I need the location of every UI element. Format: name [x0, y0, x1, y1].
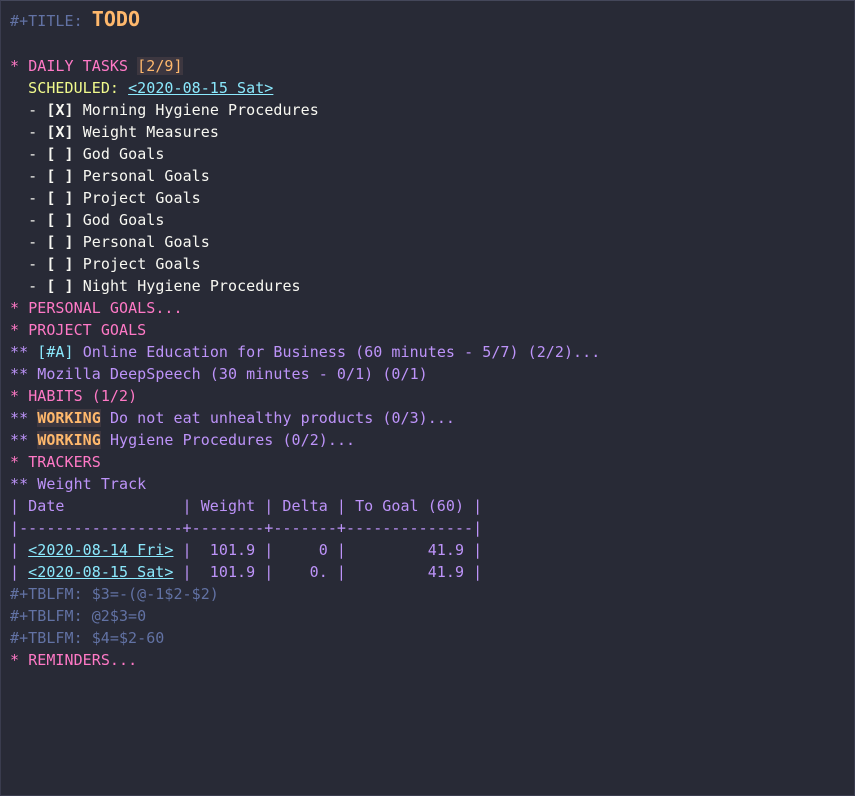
heading-text: Weight Track [37, 475, 147, 493]
heading-text: Online Education for Business (60 minute… [82, 343, 601, 361]
table-cell-rest: | 101.9 | 0. | 41.9 | [173, 563, 483, 581]
todo-keyword: WORKING [37, 431, 101, 449]
org-buffer[interactable]: #+TITLE: TODO * DAILY TASKS [2/9] SCHEDU… [10, 5, 854, 671]
heading-text: HABITS (1/2) [28, 387, 138, 405]
checkbox-checked[interactable]: [X] [46, 123, 73, 141]
heading-reminders[interactable]: * REMINDERS... [10, 649, 854, 671]
heading-trackers[interactable]: * TRACKERS [10, 451, 854, 473]
todo-keyword: WORKING [37, 409, 101, 427]
scheduled-date-link[interactable]: <2020-08-15 Sat> [128, 79, 273, 97]
document-title: TODO [91, 7, 141, 31]
heading-stars: * [10, 57, 20, 75]
checkbox-unchecked[interactable]: [ ] [46, 255, 73, 273]
heading-stars: * [10, 387, 20, 405]
checklist-item: - [ ] God Goals [10, 209, 854, 231]
priority-tag: [#A] [37, 343, 74, 361]
table-header-row: | Date | Weight | Delta | To Goal (60) | [10, 497, 483, 515]
checklist-item: - [ ] Night Hygiene Procedures [10, 275, 854, 297]
date-link[interactable]: <2020-08-14 Fri> [28, 541, 173, 559]
checkbox-unchecked[interactable]: [ ] [46, 189, 73, 207]
checklist-item-text: Personal Goals [82, 167, 210, 185]
checklist-item: - [X] Morning Hygiene Procedures [10, 99, 854, 121]
checklist-item-text: God Goals [82, 145, 165, 163]
table-cell-prefix: | [10, 563, 29, 581]
list-bullet: - [28, 255, 38, 273]
checklist-item: - [ ] Personal Goals [10, 165, 854, 187]
heading-text: PROJECT GOALS [28, 321, 147, 339]
heading-text: TRACKERS [28, 453, 101, 471]
table-row: | <2020-08-14 Fri> | 101.9 | 0 | 41.9 | [10, 539, 854, 561]
scheduled-line: SCHEDULED: <2020-08-15 Sat> [10, 77, 854, 99]
checklist-item-text: Weight Measures [82, 123, 219, 141]
heading-personal-goals[interactable]: * PERSONAL GOALS... [10, 297, 854, 319]
checkbox-unchecked[interactable]: [ ] [46, 233, 73, 251]
subheading-mozilla-deepspeech[interactable]: ** Mozilla DeepSpeech (30 minutes - 0/1)… [10, 363, 854, 385]
heading-stars: * [10, 651, 20, 669]
checkbox-unchecked[interactable]: [ ] [46, 211, 73, 229]
table-cell-rest: | 101.9 | 0 | 41.9 | [173, 541, 483, 559]
heading-stars: ** [10, 431, 29, 449]
checklist-item: - [ ] Project Goals [10, 253, 854, 275]
checklist-item-text: Morning Hygiene Procedures [82, 101, 319, 119]
checkbox-unchecked[interactable]: [ ] [46, 277, 73, 295]
heading-stars: * [10, 321, 20, 339]
checkbox-checked[interactable]: [X] [46, 101, 73, 119]
subheading-online-education[interactable]: ** [#A] Online Education for Business (6… [10, 341, 854, 363]
checkbox-unchecked[interactable]: [ ] [46, 167, 73, 185]
subheading-hygiene-procedures[interactable]: ** WORKING Hygiene Procedures (0/2)... [10, 429, 854, 451]
list-bullet: - [28, 211, 38, 229]
table-cell-prefix: | [10, 541, 29, 559]
list-bullet: - [28, 101, 38, 119]
heading-project-goals[interactable]: * PROJECT GOALS [10, 319, 854, 341]
heading-stars: ** [10, 343, 29, 361]
heading-stars: ** [10, 365, 29, 383]
checklist-item-text: Night Hygiene Procedures [82, 277, 301, 295]
list-bullet: - [28, 233, 38, 251]
table-formula: #+TBLFM: $3=-(@-1$2-$2) [10, 585, 219, 603]
heading-text: Do not eat unhealthy products (0/3)... [109, 409, 456, 427]
date-link[interactable]: <2020-08-15 Sat> [28, 563, 173, 581]
table-formula: #+TBLFM: @2$3=0 [10, 607, 147, 625]
list-bullet: - [28, 189, 38, 207]
heading-stars: ** [10, 409, 29, 427]
table-row: | <2020-08-15 Sat> | 101.9 | 0. | 41.9 | [10, 561, 854, 583]
subheading-unhealthy-products[interactable]: ** WORKING Do not eat unhealthy products… [10, 407, 854, 429]
checklist-item-text: God Goals [82, 211, 165, 229]
list-bullet: - [28, 167, 38, 185]
heading-stars: * [10, 299, 20, 317]
list-bullet: - [28, 123, 38, 141]
checklist-item: - [ ] God Goals [10, 143, 854, 165]
heading-text: REMINDERS... [28, 651, 138, 669]
heading-text: DAILY TASKS [28, 57, 129, 75]
title-keyword: #+TITLE: [10, 12, 83, 30]
checklist-item: - [ ] Project Goals [10, 187, 854, 209]
heading-stars: * [10, 453, 20, 471]
table-formula: #+TBLFM: $4=$2-60 [10, 629, 165, 647]
org-editor-window: #+TITLE: TODO * DAILY TASKS [2/9] SCHEDU… [0, 0, 855, 796]
checklist-item: - [X] Weight Measures [10, 121, 854, 143]
checklist-item: - [ ] Personal Goals [10, 231, 854, 253]
list-bullet: - [28, 277, 38, 295]
title-line: #+TITLE: TODO [10, 5, 854, 33]
heading-habits[interactable]: * HABITS (1/2) [10, 385, 854, 407]
heading-text: PERSONAL GOALS... [28, 299, 183, 317]
subheading-weight-track[interactable]: ** Weight Track [10, 473, 854, 495]
list-bullet: - [28, 145, 38, 163]
table-separator: |------------------+--------+-------+---… [10, 519, 483, 537]
progress-cookie[interactable]: [2/9] [137, 57, 183, 75]
checklist-item-text: Project Goals [82, 255, 201, 273]
heading-text: Mozilla DeepSpeech (30 minutes - 0/1) (0… [37, 365, 428, 383]
checkbox-unchecked[interactable]: [ ] [46, 145, 73, 163]
heading-stars: ** [10, 475, 29, 493]
checklist-item-text: Project Goals [82, 189, 201, 207]
heading-text: Hygiene Procedures (0/2)... [109, 431, 356, 449]
checklist-item-text: Personal Goals [82, 233, 210, 251]
heading-daily-tasks[interactable]: * DAILY TASKS [2/9] [10, 55, 854, 77]
scheduled-label: SCHEDULED: [28, 79, 119, 97]
